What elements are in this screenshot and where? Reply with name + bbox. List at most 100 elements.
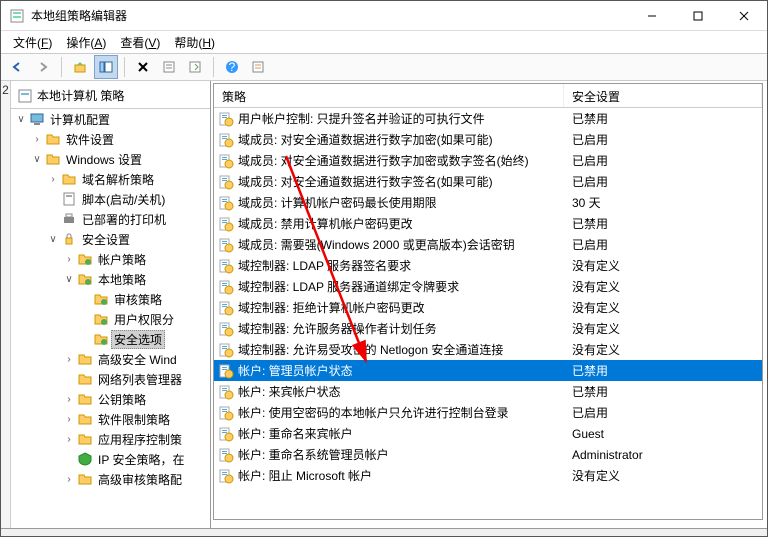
policy-item-icon — [218, 321, 234, 337]
twisty-collapsed-icon[interactable]: › — [47, 174, 59, 185]
policy-item-icon — [218, 132, 234, 148]
policy-row[interactable]: 域成员: 对安全通道数据进行数字加密(如果可能)已启用 — [214, 129, 762, 150]
policy-item-icon — [218, 195, 234, 211]
minimize-button[interactable] — [629, 1, 675, 31]
twisty-collapsed-icon[interactable]: › — [63, 474, 75, 485]
toolbar-separator — [124, 57, 125, 77]
folder-icon — [77, 391, 93, 407]
policy-name: 域成员: 禁用计算机帐户密码更改 — [238, 215, 568, 232]
svg-text:?: ? — [229, 60, 236, 74]
policy-row[interactable]: 域控制器: 拒绝计算机帐户密码更改没有定义 — [214, 297, 762, 318]
tree-node-account-policies[interactable]: ›帐户策略 — [63, 249, 210, 269]
folder-icon — [45, 131, 61, 147]
policy-row[interactable]: 域控制器: 允许服务器操作者计划任务没有定义 — [214, 318, 762, 339]
close-button[interactable] — [721, 1, 767, 31]
column-setting[interactable]: 安全设置 — [564, 84, 762, 107]
tree-header[interactable]: 本地计算机 策略 — [11, 83, 210, 109]
tree-node-audit[interactable]: 审核策略 — [79, 289, 210, 309]
tree-node-adv-audit[interactable]: ›高级审核策略配 — [63, 469, 210, 489]
folder-icon — [61, 171, 77, 187]
policy-folder-icon — [93, 311, 109, 327]
up-button[interactable] — [68, 55, 92, 79]
twisty-expanded-icon[interactable]: ∨ — [63, 274, 75, 285]
twisty-collapsed-icon[interactable]: › — [63, 354, 75, 365]
export-button[interactable] — [183, 55, 207, 79]
policy-name: 域成员: 对安全通道数据进行数字签名(如果可能) — [238, 173, 568, 190]
tree-node-firewall[interactable]: ›高级安全 Wind — [63, 349, 210, 369]
status-bar — [1, 528, 767, 536]
twisty-expanded-icon[interactable]: ∨ — [47, 234, 59, 245]
twisty-expanded-icon[interactable]: ∨ — [31, 154, 43, 165]
policy-value: 已启用 — [568, 131, 762, 148]
policy-item-icon — [218, 237, 234, 253]
forward-button[interactable] — [31, 55, 55, 79]
policy-row[interactable]: 帐户: 来宾帐户状态已禁用 — [214, 381, 762, 402]
tree-panel[interactable]: 本地计算机 策略 ∨计算机配置 ›软件设置 ∨Windows 设置 ›域名解析策… — [11, 81, 211, 528]
tree-header-label: 本地计算机 策略 — [37, 87, 124, 104]
policy-row[interactable]: 帐户: 阻止 Microsoft 帐户没有定义 — [214, 465, 762, 486]
policy-row[interactable]: 域控制器: LDAP 服务器通道绑定令牌要求没有定义 — [214, 276, 762, 297]
policy-name: 帐户: 管理员帐户状态 — [238, 362, 568, 379]
policy-folder-icon — [93, 331, 109, 347]
policy-row[interactable]: 帐户: 重命名系统管理员帐户Administrator — [214, 444, 762, 465]
toolbar-separator — [213, 57, 214, 77]
policy-item-icon — [218, 174, 234, 190]
twisty-collapsed-icon[interactable]: › — [63, 434, 75, 445]
policy-row[interactable]: 用户帐户控制: 只提升签名并验证的可执行文件已禁用 — [214, 108, 762, 129]
twisty-collapsed-icon[interactable]: › — [31, 134, 43, 145]
twisty-collapsed-icon[interactable]: › — [63, 394, 75, 405]
twisty-collapsed-icon[interactable]: › — [63, 254, 75, 265]
policy-row[interactable]: 域成员: 对安全通道数据进行数字签名(如果可能)已启用 — [214, 171, 762, 192]
tree-node-local-policies[interactable]: ∨本地策略 — [63, 269, 210, 289]
policy-item-icon — [218, 300, 234, 316]
policy-value: 没有定义 — [568, 299, 762, 316]
list-panel: 策略 安全设置 用户帐户控制: 只提升签名并验证的可执行文件已禁用域成员: 对安… — [213, 83, 763, 520]
back-button[interactable] — [5, 55, 29, 79]
printer-icon — [61, 211, 77, 227]
properties-button[interactable] — [157, 55, 181, 79]
policy-folder-icon — [93, 291, 109, 307]
policy-row[interactable]: 域成员: 对安全通道数据进行数字加密或数字签名(始终)已启用 — [214, 150, 762, 171]
tree-node-scripts[interactable]: 脚本(启动/关机) — [47, 189, 210, 209]
policy-value: 已禁用 — [568, 362, 762, 379]
refresh-button[interactable] — [246, 55, 270, 79]
show-hide-tree-button[interactable] — [94, 55, 118, 79]
tree-node-app-control[interactable]: ›应用程序控制策 — [63, 429, 210, 449]
tree-node-printers[interactable]: 已部署的打印机 — [47, 209, 210, 229]
policy-row[interactable]: 域成员: 计算机帐户密码最长使用期限30 天 — [214, 192, 762, 213]
tree-node-user-rights[interactable]: 用户权限分 — [79, 309, 210, 329]
menu-help[interactable]: 帮助(H) — [168, 32, 221, 53]
twisty-collapsed-icon[interactable]: › — [63, 414, 75, 425]
policy-value: 已启用 — [568, 152, 762, 169]
list-body[interactable]: 用户帐户控制: 只提升签名并验证的可执行文件已禁用域成员: 对安全通道数据进行数… — [214, 108, 762, 519]
menubar: 文件(F) 操作(A) 查看(V) 帮助(H) — [1, 31, 767, 53]
tree-node-windows[interactable]: ∨Windows 设置 — [31, 149, 210, 169]
delete-button[interactable] — [131, 55, 155, 79]
policy-row[interactable]: 帐户: 使用空密码的本地帐户只允许进行控制台登录已启用 — [214, 402, 762, 423]
tree-node-security[interactable]: ∨安全设置 — [47, 229, 210, 249]
tree-node-security-options[interactable]: 安全选项 — [79, 329, 210, 349]
menu-action[interactable]: 操作(A) — [60, 32, 112, 53]
menu-view[interactable]: 查看(V) — [114, 32, 166, 53]
policy-name: 域成员: 需要强(Windows 2000 或更高版本)会话密钥 — [238, 236, 568, 253]
policy-name: 域成员: 对安全通道数据进行数字加密或数字签名(始终) — [238, 152, 568, 169]
menu-file[interactable]: 文件(F) — [7, 32, 58, 53]
tree-node-software[interactable]: ›软件设置 — [31, 129, 210, 149]
help-button[interactable]: ? — [220, 55, 244, 79]
computer-icon — [29, 111, 45, 127]
policy-row[interactable]: 域控制器: LDAP 服务器签名要求没有定义 — [214, 255, 762, 276]
tree-node-ipsec[interactable]: IP 安全策略，在 — [63, 449, 210, 469]
column-policy[interactable]: 策略 — [214, 84, 564, 107]
policy-row[interactable]: 帐户: 管理员帐户状态已禁用 — [214, 360, 762, 381]
tree-node-public-key[interactable]: ›公钥策略 — [63, 389, 210, 409]
policy-row[interactable]: 域成员: 需要强(Windows 2000 或更高版本)会话密钥已启用 — [214, 234, 762, 255]
policy-row[interactable]: 域成员: 禁用计算机帐户密码更改已禁用 — [214, 213, 762, 234]
twisty-expanded-icon[interactable]: ∨ — [15, 114, 27, 125]
tree-node-software-restriction[interactable]: ›软件限制策略 — [63, 409, 210, 429]
maximize-button[interactable] — [675, 1, 721, 31]
tree-node-dns[interactable]: ›域名解析策略 — [47, 169, 210, 189]
policy-row[interactable]: 帐户: 重命名来宾帐户Guest — [214, 423, 762, 444]
policy-row[interactable]: 域控制器: 允许易受攻击的 Netlogon 安全通道连接没有定义 — [214, 339, 762, 360]
tree-node-network-list[interactable]: 网络列表管理器 — [63, 369, 210, 389]
tree-node-computer-config[interactable]: ∨计算机配置 — [15, 109, 210, 129]
